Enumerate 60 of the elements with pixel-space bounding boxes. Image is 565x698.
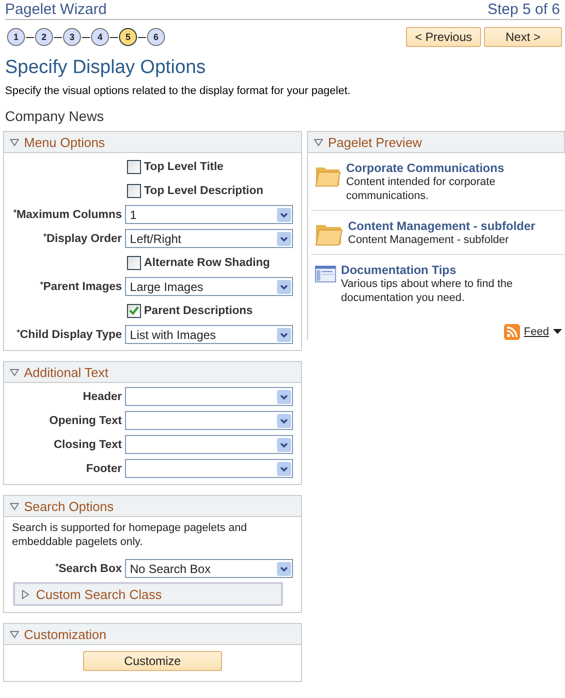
field-label: $^{*}$Maximum Columns xyxy=(12,208,123,220)
dropdown-field[interactable]: List with Images xyxy=(124,325,293,344)
feed-link[interactable]: Feed xyxy=(524,326,549,338)
section-title[interactable]: Customization xyxy=(24,626,106,642)
checkbox[interactable] xyxy=(127,304,141,318)
checkbox-label: Top Level Description xyxy=(144,184,264,196)
step-indicator: Step 5 of 6 xyxy=(487,1,560,18)
preview-item-title[interactable]: Documentation Tips xyxy=(341,263,565,277)
dropdown-field[interactable] xyxy=(124,435,293,454)
dropdown-caret-icon[interactable] xyxy=(553,329,562,335)
preview-item-title[interactable]: Content Management - subfolder xyxy=(348,219,536,233)
step-circle[interactable]: 3 xyxy=(63,28,81,46)
field-label: $^{*}$Search Box xyxy=(54,562,123,574)
field-label: $^{*}$Child Display Type xyxy=(16,328,123,340)
collapse-icon[interactable] xyxy=(10,368,19,376)
dropdown-field[interactable] xyxy=(124,459,293,478)
customize-button[interactable]: Customize xyxy=(83,651,222,671)
previous-button[interactable]: < Previous xyxy=(406,27,481,47)
dropdown-field[interactable] xyxy=(124,387,293,406)
step-circle[interactable]: 4 xyxy=(91,28,109,46)
wizard-title: Pagelet Wizard xyxy=(5,1,107,18)
field-label: Closing Text xyxy=(52,438,123,450)
collapse-icon[interactable] xyxy=(10,138,19,146)
preview-item-description: Various tips about where to find the documentation you need. xyxy=(341,277,514,305)
collapse-icon[interactable] xyxy=(10,502,19,510)
step-circle[interactable]: 5 xyxy=(119,28,137,46)
page-title: Specify Display Options xyxy=(5,57,207,79)
dropdown-field[interactable]: Large Images xyxy=(124,277,293,296)
checkbox[interactable] xyxy=(127,256,141,270)
field-label: Header xyxy=(82,390,123,402)
step-circle[interactable]: 1 xyxy=(7,28,25,46)
preview-item-description: Content intended for corporate communications. xyxy=(346,175,496,203)
dropdown-field[interactable]: Left/Right xyxy=(124,229,293,248)
field-label: $^{*}$Display Order xyxy=(42,232,123,244)
search-note: Search is supported for homepage pagelets and embeddable pagelets only. xyxy=(11,521,248,549)
checkbox[interactable] xyxy=(127,160,141,174)
field-label: $^{*}$Parent Images xyxy=(39,280,123,292)
dropdown-field[interactable]: 1 xyxy=(124,205,293,224)
instructions: Specify the visual options related to the display format for your pagelet. xyxy=(5,85,352,97)
dropdown-field[interactable] xyxy=(124,411,293,430)
checkbox-label: Parent Descriptions xyxy=(144,304,253,316)
field-label: Opening Text xyxy=(48,414,123,426)
preview-item-description: Content Management - subfolder xyxy=(348,233,510,247)
expand-icon[interactable] xyxy=(21,590,30,598)
section-title[interactable]: Custom Search Class xyxy=(36,586,162,602)
next-button[interactable]: Next > xyxy=(484,27,562,47)
checkbox-label: Alternate Row Shading xyxy=(144,256,270,268)
collapse-icon[interactable] xyxy=(10,630,19,638)
step-circle[interactable]: 6 xyxy=(147,28,165,46)
step-circle[interactable]: 2 xyxy=(35,28,53,46)
pagelet-name: Company News xyxy=(5,108,105,124)
section-title[interactable]: Menu Options xyxy=(24,134,105,150)
window-icon xyxy=(315,263,336,285)
field-label: Footer xyxy=(85,462,123,474)
dropdown-field[interactable]: No Search Box xyxy=(124,559,293,578)
preview-item-title[interactable]: Corporate Communications xyxy=(346,161,565,175)
check-icon xyxy=(129,306,139,315)
checkbox-label: Top Level Title xyxy=(144,160,224,172)
collapse-icon[interactable] xyxy=(314,138,323,146)
checkbox[interactable] xyxy=(127,184,141,198)
